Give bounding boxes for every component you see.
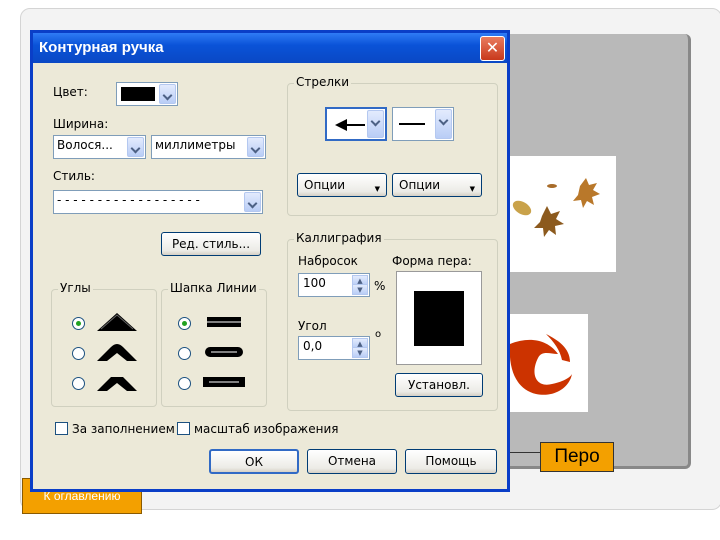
chevron-down-icon <box>244 192 261 212</box>
width-select[interactable]: Волося... <box>53 135 146 159</box>
spin-down-icon[interactable]: ▼ <box>352 347 368 358</box>
percent-sign: % <box>374 279 386 293</box>
cap-butt-icon <box>207 317 241 327</box>
angle-label: Угол <box>298 319 327 333</box>
stretch-label: Набросок <box>298 254 358 268</box>
degree-sign: o <box>375 329 382 340</box>
red-calligraphy-image <box>500 314 588 412</box>
cap-round-radio[interactable] <box>178 347 191 360</box>
units-select[interactable]: миллиметры <box>151 135 266 159</box>
scale-image-checkbox[interactable] <box>177 422 190 435</box>
edit-style-button[interactable]: Ред. стиль... <box>161 232 261 256</box>
calligraphy-group-title: Каллиграфия <box>294 231 384 245</box>
width-label: Ширина: <box>53 117 109 131</box>
arrows-group-title: Стрелки <box>294 75 352 89</box>
corner-miter-radio[interactable] <box>72 317 85 330</box>
outline-pen-dialog: Контурная ручка ✕ Цвет: Ширина: Волося..… <box>30 30 510 492</box>
options-left-label: Опции <box>304 178 346 192</box>
help-button[interactable]: Помощь <box>405 449 497 474</box>
arrow-options-left-button[interactable]: Опции <box>297 173 387 200</box>
end-arrow-select[interactable] <box>392 107 454 141</box>
nib-shape-preview[interactable] <box>396 271 482 365</box>
corner-miter-icon <box>97 313 137 331</box>
stretch-stepper[interactable]: 100 ▲ ▼ <box>298 273 370 297</box>
set-nib-button[interactable]: Установл. <box>395 373 483 397</box>
dialog-title: Контурная ручка <box>33 33 507 63</box>
pen-label: Перо <box>540 442 614 472</box>
cap-round-icon <box>205 347 243 357</box>
nib-shape-label: Форма пера: <box>392 254 472 268</box>
color-swatch <box>121 87 155 101</box>
close-button[interactable]: ✕ <box>480 36 505 61</box>
chevron-down-icon <box>159 84 176 104</box>
corner-round-radio[interactable] <box>72 347 85 360</box>
cap-square-radio[interactable] <box>178 377 191 390</box>
arrow-left-icon <box>335 119 365 131</box>
cancel-button[interactable]: Отмена <box>307 449 397 474</box>
line-caps-group-title: Шапка Линии <box>168 281 259 295</box>
nib-square-icon <box>414 291 464 346</box>
chevron-down-icon <box>435 109 452 139</box>
scale-image-label: масштаб изображения <box>194 422 339 436</box>
chevron-down-icon <box>127 137 144 157</box>
chevron-down-icon <box>367 110 384 138</box>
autumn-leaves-image <box>500 156 616 272</box>
chevron-down-icon <box>247 137 264 157</box>
corners-group-title: Углы <box>58 281 93 295</box>
stretch-value: 100 <box>303 276 326 290</box>
angle-stepper[interactable]: 0,0 ▲ ▼ <box>298 336 370 360</box>
style-value: - - - - - - - - - - - - - - - - - - <box>57 193 200 207</box>
units-value: миллиметры <box>155 138 236 152</box>
start-arrow-select[interactable] <box>325 107 387 141</box>
ok-button[interactable]: ОК <box>209 449 299 474</box>
arrow-options-right-button[interactable]: Опции <box>392 173 482 200</box>
spin-down-icon[interactable]: ▼ <box>352 284 368 295</box>
cap-butt-radio[interactable] <box>178 317 191 330</box>
corner-bevel-icon <box>97 377 137 391</box>
line-end-icon <box>399 123 425 125</box>
corner-bevel-radio[interactable] <box>72 377 85 390</box>
style-label: Стиль: <box>53 169 95 183</box>
cap-square-icon <box>203 377 245 387</box>
style-select[interactable]: - - - - - - - - - - - - - - - - - - <box>53 190 263 214</box>
angle-value: 0,0 <box>303 339 323 353</box>
corner-round-icon <box>97 344 137 361</box>
options-right-label: Опции <box>399 178 441 192</box>
behind-fill-checkbox[interactable] <box>55 422 68 435</box>
width-value: Волося... <box>57 138 113 152</box>
behind-fill-label: За заполнением <box>72 422 175 436</box>
color-picker[interactable] <box>116 82 178 106</box>
color-label: Цвет: <box>53 85 88 99</box>
